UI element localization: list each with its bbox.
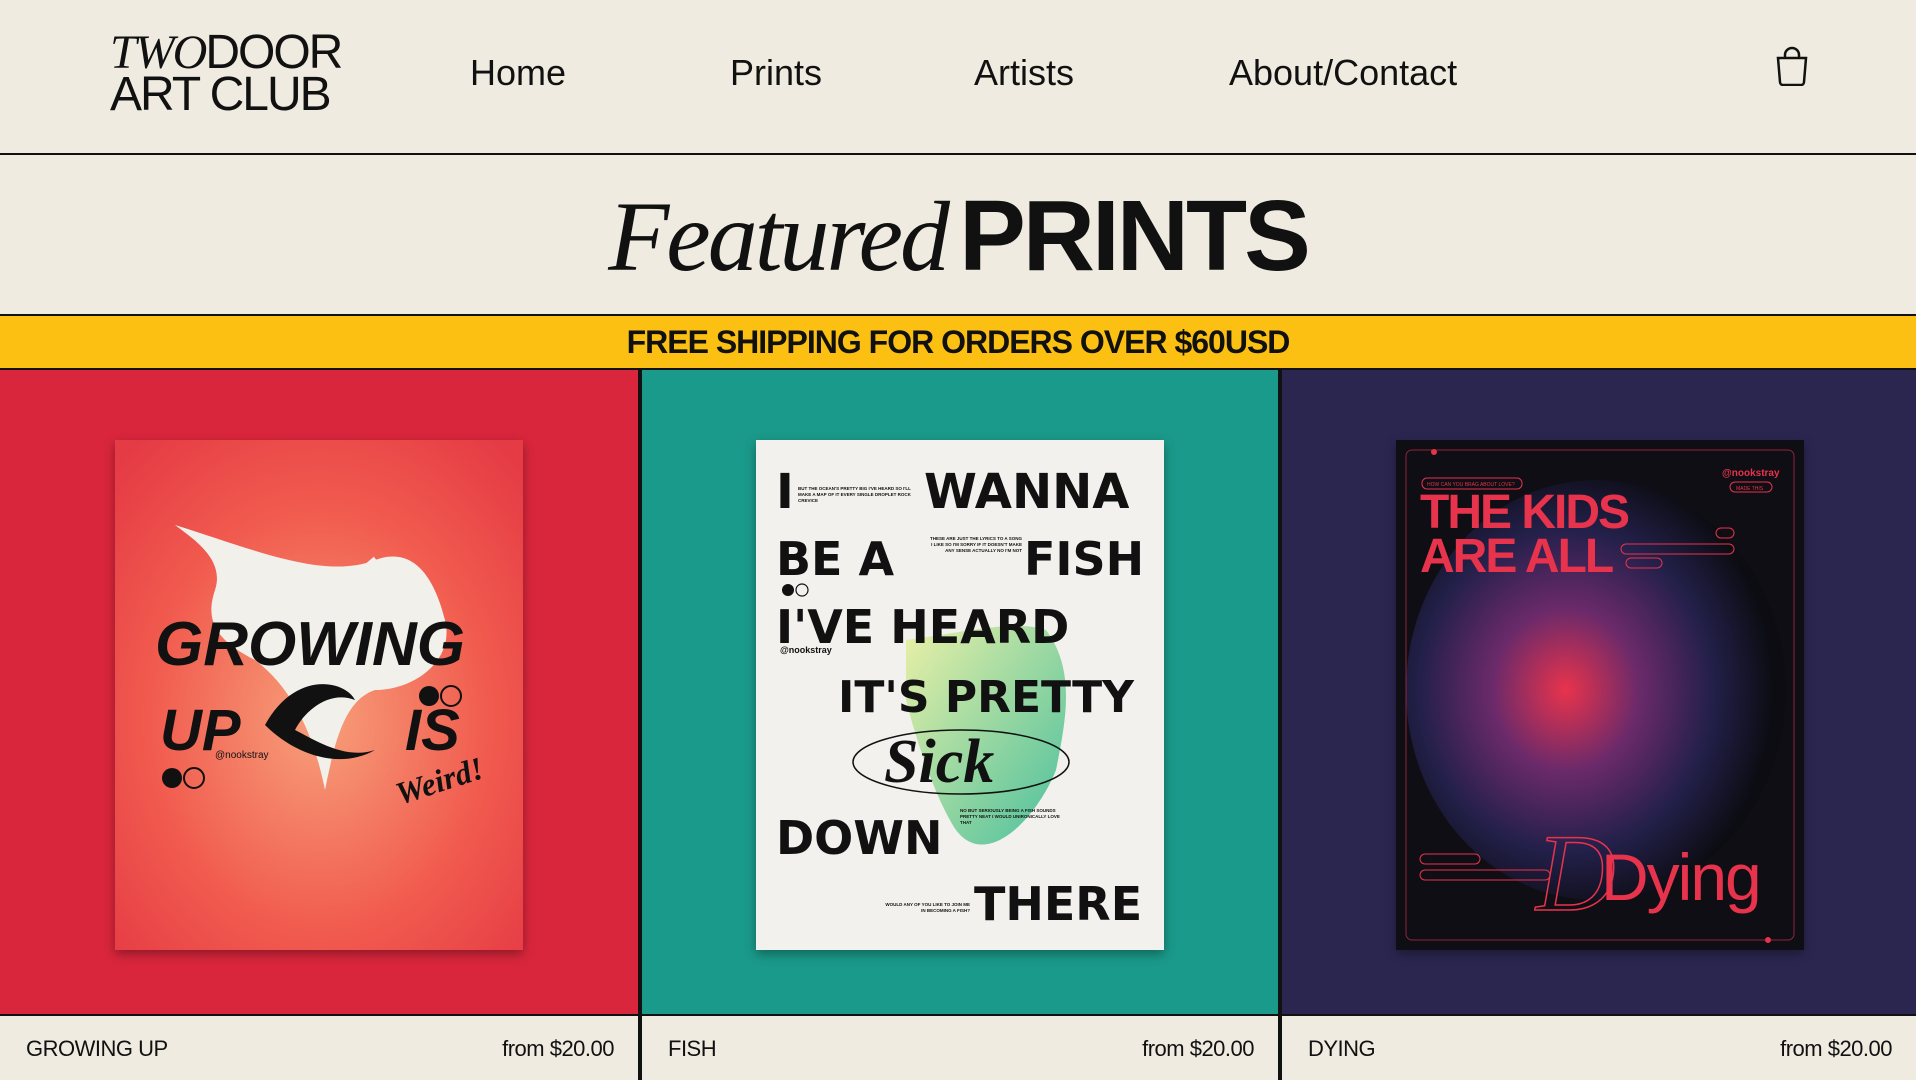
product-caption[interactable]: FISH from $20.00 bbox=[642, 1014, 1278, 1080]
poster-note: THESE ARE JUST THE LYRICS TO A SONG I LI… bbox=[929, 536, 1022, 553]
product-name[interactable]: GROWING UP bbox=[26, 1036, 168, 1062]
poster-word: IT'S PRETTY bbox=[838, 672, 1135, 723]
product-caption[interactable]: GROWING UP from $20.00 bbox=[0, 1014, 638, 1080]
page-title: Featured PRINTS bbox=[608, 179, 1311, 294]
poster-handle: @nookstray bbox=[1722, 468, 1780, 479]
product-price: from $20.00 bbox=[502, 1036, 614, 1061]
nav-home[interactable]: Home bbox=[470, 52, 566, 94]
poster-dying[interactable]: THE KIDS ARE ALL D Dying HOW CAN YOU BRA… bbox=[1396, 440, 1804, 950]
poster-tag: MADE THIS bbox=[1736, 486, 1764, 492]
product-card-dying[interactable]: THE KIDS ARE ALL D Dying HOW CAN YOU BRA… bbox=[1282, 370, 1916, 1080]
poster-word: I bbox=[776, 464, 794, 520]
product-image-area[interactable]: GROWING UP IS @nookstray Weird! bbox=[0, 370, 638, 1014]
poster-note: WOULD ANY OF YOU LIKE TO JOIN ME IN BECO… bbox=[885, 902, 970, 913]
nav-about-contact[interactable]: About/Contact bbox=[1229, 52, 1457, 94]
title-prints: PRINTS bbox=[959, 180, 1311, 292]
poster-tag: HOW CAN YOU BRAG ABOUT LOVE? bbox=[1427, 482, 1515, 488]
product-caption[interactable]: DYING from $20.00 bbox=[1282, 1014, 1916, 1080]
shopping-bag-icon[interactable] bbox=[1774, 46, 1810, 87]
product-price: from $20.00 bbox=[1142, 1036, 1254, 1061]
poster-text-is: IS bbox=[405, 698, 460, 763]
product-card-growing-up[interactable]: GROWING UP IS @nookstray Weird! GROWING … bbox=[0, 370, 638, 1080]
product-card-fish[interactable]: I WANNA BE A FISH I'VE HEARD IT'S PRETTY… bbox=[642, 370, 1278, 1080]
poster-text-sick: Sick bbox=[884, 728, 994, 796]
nav-artists[interactable]: Artists bbox=[974, 52, 1074, 94]
poster-text-growing: GROWING bbox=[155, 610, 465, 679]
poster-note: BUT THE OCEAN'S PRETTY BIG I'VE HEARD SO… bbox=[798, 486, 911, 503]
product-image-area[interactable]: I WANNA BE A FISH I'VE HEARD IT'S PRETTY… bbox=[642, 370, 1278, 1014]
featured-section-header: Featured PRINTS bbox=[0, 157, 1916, 314]
poster-text-are-all: ARE ALL bbox=[1420, 530, 1613, 583]
poster-note: NO BUT SERIOUSLY BEING A FISH SOUNDS PRE… bbox=[960, 808, 1060, 825]
poster-word: BE A bbox=[776, 532, 894, 586]
poster-word: THERE bbox=[974, 877, 1142, 931]
free-shipping-banner: FREE SHIPPING FOR ORDERS OVER $60USD bbox=[0, 314, 1916, 370]
poster-text-dying: Dying bbox=[1601, 840, 1760, 914]
site-header: TWODOOR ART CLUB Home Prints Artists Abo… bbox=[0, 0, 1916, 155]
product-price: from $20.00 bbox=[1780, 1036, 1892, 1061]
nav-prints[interactable]: Prints bbox=[730, 52, 822, 94]
product-name[interactable]: FISH bbox=[668, 1036, 717, 1062]
poster-word: FISH bbox=[1024, 532, 1144, 586]
poster-handle: @nookstray bbox=[215, 750, 269, 761]
logo-art-club: ART CLUB bbox=[110, 68, 332, 121]
poster-fish[interactable]: I WANNA BE A FISH I'VE HEARD IT'S PRETTY… bbox=[756, 440, 1164, 950]
poster-growing-up[interactable]: GROWING UP IS @nookstray Weird! bbox=[115, 440, 523, 950]
site-logo[interactable]: TWODOOR ART CLUB bbox=[110, 29, 343, 121]
product-name[interactable]: DYING bbox=[1308, 1036, 1376, 1062]
poster-handle: @nookstray bbox=[780, 645, 832, 655]
product-image-area[interactable]: THE KIDS ARE ALL D Dying HOW CAN YOU BRA… bbox=[1282, 370, 1916, 1014]
title-featured: Featured bbox=[608, 181, 950, 292]
poster-word: DOWN bbox=[776, 811, 943, 865]
poster-word: WANNA bbox=[924, 464, 1129, 520]
